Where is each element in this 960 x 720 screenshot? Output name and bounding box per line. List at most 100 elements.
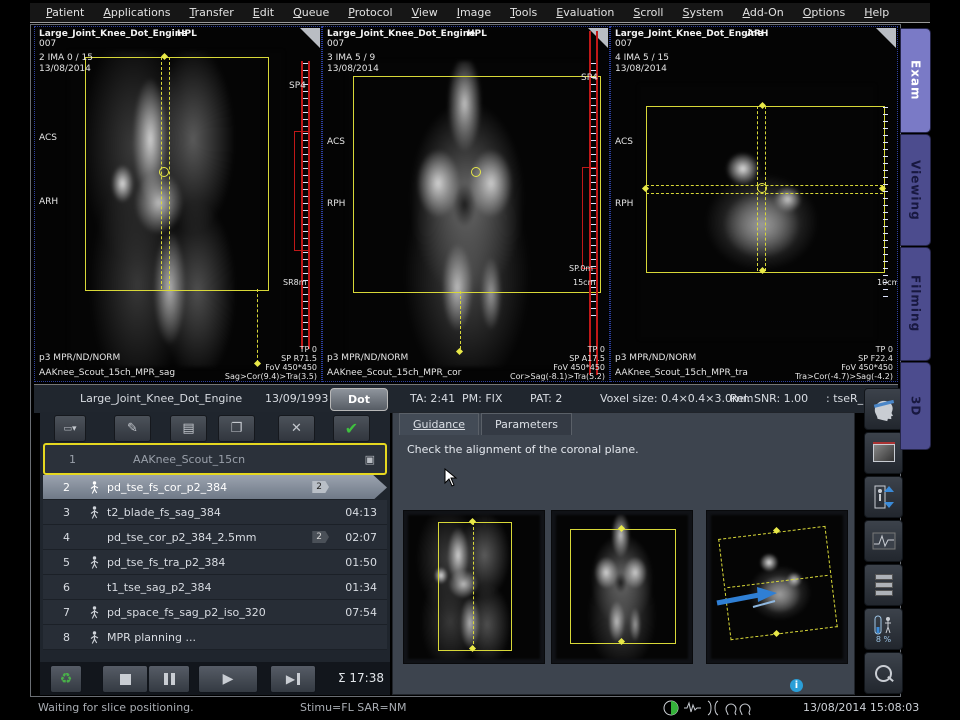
apply-button[interactable]: ✔ bbox=[333, 415, 370, 442]
patient-move-button[interactable] bbox=[864, 476, 903, 518]
guidance-thumb-coronal[interactable] bbox=[551, 510, 693, 664]
guidance-thumb-sagittal[interactable] bbox=[403, 510, 545, 664]
tab-viewing[interactable]: Viewing bbox=[900, 134, 931, 246]
edit-protocol-button[interactable]: ✎ bbox=[114, 415, 151, 442]
vp-series: 007 bbox=[39, 39, 56, 50]
view-mode-button[interactable]: ▭▾ bbox=[54, 415, 86, 442]
tab-exam[interactable]: Exam bbox=[900, 28, 931, 133]
menu-protocol[interactable]: Protocol bbox=[348, 6, 392, 19]
rotate-handle-icon[interactable] bbox=[471, 167, 481, 177]
corner-handle-icon[interactable] bbox=[876, 28, 896, 48]
tab-3d[interactable]: 3D bbox=[900, 362, 931, 450]
menu-evaluation[interactable]: Evaluation bbox=[556, 6, 614, 19]
skip-end-button[interactable]: ▶ bbox=[270, 665, 316, 693]
menu-bar: Patient Applications Transfer Edit Queue… bbox=[30, 3, 930, 23]
viewport-sagittal[interactable]: Large_Joint_Knee_Dot_Engine 007 HPL 2 IM… bbox=[34, 26, 322, 382]
sequence-name: MPR planning ... bbox=[107, 631, 335, 644]
menu-patient[interactable]: Patient bbox=[46, 6, 84, 19]
open-folder-icon: ▤ bbox=[182, 421, 194, 436]
rotate-handle-icon[interactable] bbox=[757, 183, 767, 193]
headphone-head-icon bbox=[726, 704, 750, 715]
vp-seq-name: AAKnee_Scout_15ch_MPR_sag bbox=[39, 368, 175, 379]
stop-button[interactable] bbox=[102, 665, 148, 693]
sar-level-button[interactable]: 8 % bbox=[864, 608, 903, 650]
vp-tp: TP 0 bbox=[300, 345, 317, 354]
system-datetime: 13/08/2014 15:08:03 bbox=[803, 701, 919, 714]
fov-box[interactable] bbox=[85, 57, 269, 291]
menu-help[interactable]: Help bbox=[864, 6, 889, 19]
play-button[interactable]: ▶ bbox=[198, 665, 258, 693]
vp-scale-label: 10cm bbox=[877, 277, 898, 288]
vp-title: Large_Joint_Knee_Dot_Engine bbox=[39, 29, 187, 40]
queue-row[interactable]: 7 pd_space_fs_sag_p2_iso_320 07:54 bbox=[43, 600, 387, 625]
corner-handle-icon[interactable] bbox=[300, 28, 320, 48]
menu-applications[interactable]: Applications bbox=[103, 6, 170, 19]
menu-queue[interactable]: Queue bbox=[293, 6, 329, 19]
menu-view[interactable]: View bbox=[412, 6, 438, 19]
tab-guidance[interactable]: Guidance bbox=[399, 413, 479, 435]
queue-row-selected[interactable]: 2 pd_tse_fs_cor_p2_384 2 bbox=[43, 475, 387, 500]
vp-orientation: Tra>Cor(-4.7)>Sag(-4.2) bbox=[795, 372, 893, 381]
open-button[interactable]: ▤ bbox=[170, 415, 207, 442]
menu-transfer[interactable]: Transfer bbox=[190, 6, 234, 19]
scan-time: 01:34 bbox=[335, 581, 377, 594]
scale-ruler bbox=[303, 63, 308, 337]
total-scan-time: Σ 17:38 bbox=[338, 671, 384, 685]
menu-options[interactable]: Options bbox=[803, 6, 845, 19]
vp-scale-label2: 15cm bbox=[573, 277, 595, 288]
vp-orientation: Sag>Cor(9.4)>Tra(3.5) bbox=[225, 372, 317, 381]
guidance-thumb-axial[interactable] bbox=[706, 510, 848, 664]
coil-position-button[interactable] bbox=[864, 388, 903, 430]
tab-filming[interactable]: Filming bbox=[900, 247, 931, 361]
vp-orient-left2: ARH bbox=[39, 197, 58, 208]
scout-copy-icon[interactable]: ▣ bbox=[365, 453, 375, 466]
viewport-coronal[interactable]: Large_Joint_Knee_Dot_Engine 007 HPL 3 IM… bbox=[322, 26, 610, 382]
queue-row[interactable]: 8 MPR planning ... bbox=[43, 625, 387, 650]
stamp-segments-button[interactable] bbox=[864, 564, 903, 606]
copy-icon: ❐ bbox=[231, 421, 243, 436]
menu-addon[interactable]: Add-On bbox=[743, 6, 784, 19]
status-bar: Waiting for slice positioning. Stimu=FL … bbox=[0, 697, 960, 720]
physio-curve-button[interactable] bbox=[864, 520, 903, 562]
scan-time: 04:13 bbox=[335, 506, 377, 519]
menu-tools[interactable]: Tools bbox=[510, 6, 537, 19]
stamp-segments-icon bbox=[875, 574, 893, 596]
delete-button[interactable]: ✕ bbox=[278, 415, 315, 442]
sequence-queue-panel: ▭▾ ✎ ▤ ❐ ✕ ✔ 1 AAKnee_Scout_15cn ▣ 2 pd_… bbox=[40, 412, 390, 662]
queue-row[interactable]: 4 pd_tse_cor_p2_384_2.5mm 2 02:07 bbox=[43, 525, 387, 550]
copy-button[interactable]: ❐ bbox=[218, 415, 255, 442]
menu-scroll[interactable]: Scroll bbox=[633, 6, 663, 19]
queue-row-highlighted[interactable]: 1 AAKnee_Scout_15cn ▣ bbox=[43, 443, 387, 475]
menu-image[interactable]: Image bbox=[457, 6, 491, 19]
tab-parameters[interactable]: Parameters bbox=[481, 413, 572, 435]
viewport-axial[interactable]: Large_Joint_Knee_Dot_Engine 007 ARH 4 IM… bbox=[610, 26, 898, 382]
menu-edit[interactable]: Edit bbox=[253, 6, 274, 19]
menu-system[interactable]: System bbox=[682, 6, 723, 19]
stop-icon bbox=[120, 674, 131, 685]
vp-ima: 4 IMA 5 / 15 bbox=[615, 53, 669, 64]
sequence-name: pd_tse_fs_cor_p2_384 bbox=[107, 481, 312, 494]
status-icons bbox=[662, 699, 754, 717]
vp-orient-left2: RPH bbox=[615, 199, 633, 210]
fov-box[interactable] bbox=[353, 76, 601, 293]
table-progress-icon bbox=[664, 701, 678, 715]
info-icon[interactable]: i bbox=[790, 679, 803, 692]
row-number: 8 bbox=[63, 631, 89, 644]
rotate-handle-icon[interactable] bbox=[159, 167, 169, 177]
image-zoom-button[interactable] bbox=[864, 652, 903, 694]
queue-row[interactable]: 3 t2_blade_fs_sag_384 04:13 bbox=[43, 500, 387, 525]
corner-handle-icon[interactable] bbox=[588, 28, 608, 48]
dot-button[interactable]: Dot bbox=[330, 388, 388, 411]
queue-row[interactable]: 5 pd_tse_fs_tra_p2_384 01:50 bbox=[43, 550, 387, 575]
recycle-button[interactable]: ♻ bbox=[50, 665, 82, 693]
copy-ref-badge: 2 bbox=[312, 531, 329, 543]
auto-align-icon bbox=[89, 481, 107, 494]
slice-line bbox=[257, 289, 258, 363]
image-window-button[interactable] bbox=[864, 432, 903, 474]
queue-row[interactable]: 6 t1_tse_sag_p2_384 01:34 bbox=[43, 575, 387, 600]
stimulation-status: Stimu=FL SAR=NM bbox=[300, 701, 407, 714]
pause-button[interactable] bbox=[148, 665, 190, 693]
vp-ima: 3 IMA 5 / 9 bbox=[327, 53, 375, 64]
mri-console-screen: Patient Applications Transfer Edit Queue… bbox=[0, 0, 960, 720]
row-number: 6 bbox=[63, 581, 89, 594]
